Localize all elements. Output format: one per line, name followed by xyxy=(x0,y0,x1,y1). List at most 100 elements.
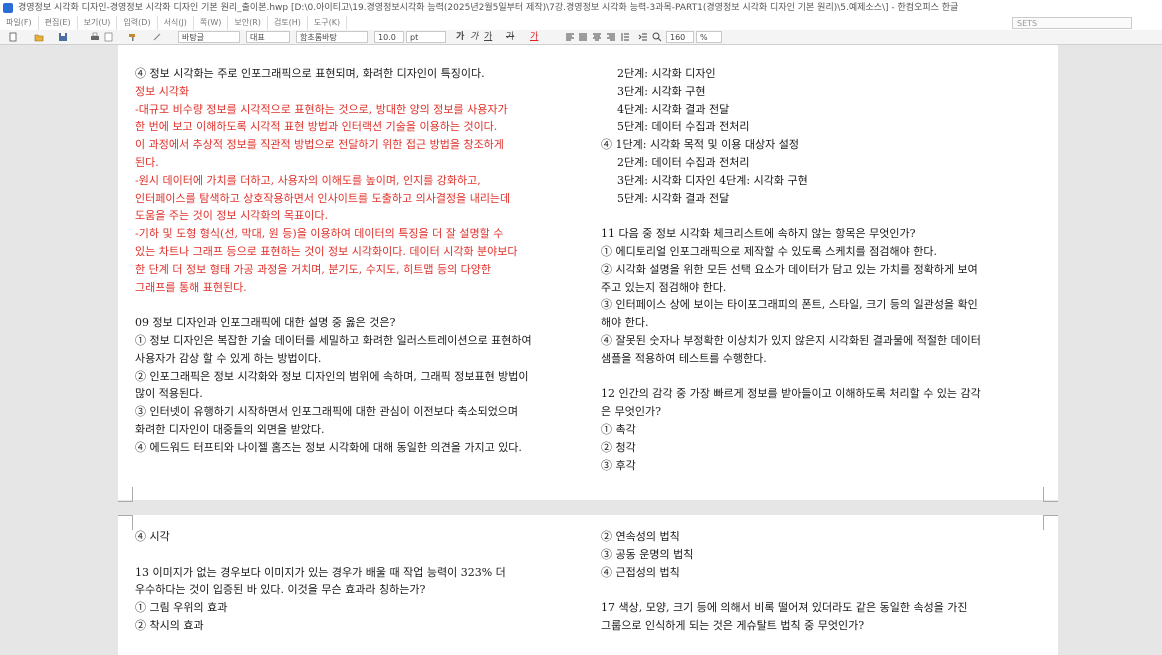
text-line: ④ 1단계: 시각화 목적 및 이용 대상자 설정 xyxy=(601,138,799,152)
text-line: 3단계: 시각화 구현 xyxy=(617,84,706,98)
align-justify-icon[interactable] xyxy=(578,32,588,42)
text-line: 이 과정에서 추상적 정보를 직관적 방법으로 전달하기 위한 접근 방법을 창… xyxy=(135,138,504,152)
font-family-select[interactable]: 함초롬바탕 xyxy=(296,31,368,43)
text-line: ② 착시의 효과 xyxy=(135,618,204,632)
text-line: 한 단계 더 정보 형태 가공 과정을 거치며, 분기도, 수지도, 히트맵 등… xyxy=(135,262,492,276)
text-line: 5단계: 데이터 수집과 전처리 xyxy=(617,120,750,134)
style-icon[interactable] xyxy=(152,32,162,42)
print-icon[interactable] xyxy=(90,32,100,42)
text-line: 주고 있는지 점검해야 한다. xyxy=(601,280,727,294)
crop-mark xyxy=(118,487,133,502)
bold-button[interactable]: 가 xyxy=(456,30,464,44)
text-line: 13 이미지가 없는 경우보다 이미지가 있는 경우가 배울 때 작업 능력이 … xyxy=(135,565,506,579)
zoom-input[interactable]: 160 xyxy=(666,31,694,43)
text-line: 2단계: 시각화 디자인 xyxy=(617,67,716,80)
text-line: -기하 및 도형 형식(선, 막대, 원 등)을 이용하여 데이터의 특징을 더… xyxy=(135,227,504,241)
text-line: 4단계: 시각화 결과 전달 xyxy=(617,102,730,116)
text-line: 도움을 주는 것이 정보 시각화의 목표이다. xyxy=(135,209,329,223)
paragraph-style-select[interactable]: 바탕글 xyxy=(178,31,240,43)
text-line: 5단계: 시각화 결과 전달 xyxy=(617,191,730,205)
menu-format[interactable]: 서식(J) xyxy=(158,16,194,30)
document-page: ④ 정보 시각화는 주로 인포그래픽으로 표현되며, 화려한 디자인이 특징이다… xyxy=(118,45,1058,502)
menu-tools[interactable]: 도구(K) xyxy=(308,16,348,30)
crop-mark xyxy=(1043,487,1058,502)
line-spacing-icon[interactable] xyxy=(620,32,630,42)
text-line: 된다. xyxy=(135,155,159,169)
format-painter-icon[interactable] xyxy=(128,32,138,42)
new-document-icon[interactable] xyxy=(8,32,18,42)
hwp-app-icon xyxy=(3,3,13,13)
menu-view[interactable]: 보기(U) xyxy=(78,16,118,30)
font-color-button[interactable]: 가 xyxy=(530,30,538,44)
text-line: ④ 잘못된 숫자나 부정확한 이상치가 있지 않은지 시각화된 결과물에 적절한… xyxy=(601,333,981,347)
page2-right-column: ② 연속성의 법칙 ③ 공동 운명의 법칙 ④ 근접성의 법칙 17 색상, 모양, … xyxy=(601,528,968,635)
text-line: 3단계: 시각화 디자인 4단계: 시각화 구현 xyxy=(617,173,808,187)
menu-bar: 파일(F) 편집(E) 보기(U) 입력(D) 서식(J) 쪽(W) 보안(R) 검토(H) 도… xyxy=(0,16,1162,30)
text-line: 2단계: 데이터 수집과 전처리 xyxy=(617,155,750,169)
text-line: 그룹으로 인식하게 되는 것은 게슈탈트 법칙 중 무엇인가? xyxy=(601,618,865,632)
text-line: ② 연속성의 법칙 xyxy=(601,530,680,543)
text-line: -대규모 비수량 정보를 시각적으로 표현하는 것으로, 방대한 양의 정보를 … xyxy=(135,102,508,116)
align-left-icon[interactable] xyxy=(565,32,575,42)
menu-security[interactable]: 보안(R) xyxy=(228,16,268,30)
text-line: ② 청각 xyxy=(601,440,636,454)
font-size-input[interactable]: 10.0 xyxy=(374,31,404,43)
page1-right-column: 2단계: 시각화 디자인 3단계: 시각화 구현 4단계: 시각화 결과 전달 5단계… xyxy=(601,65,981,474)
text-line: 정보 시각화 xyxy=(135,84,190,98)
italic-button[interactable]: 가 xyxy=(470,30,478,44)
text-line: 우수하다는 것이 입증된 바 있다. 이것을 무슨 효과라 칭하는가? xyxy=(135,583,426,597)
title-bar: 경영정보 시각화 디자인-경영정보 시각화 디자인 기본 원리_출이본.hwp … xyxy=(0,0,1162,16)
page1-left-column: ④ 정보 시각화는 주로 인포그래픽으로 표현되며, 화려한 디자인이 특징이다… xyxy=(135,65,532,457)
menu-insert[interactable]: 입력(D) xyxy=(117,16,158,30)
text-line: 12 인간의 감각 중 가장 빠르게 정보를 받아들이고 이해하도록 처리할 수… xyxy=(601,387,981,401)
zoom-unit-select[interactable]: % xyxy=(696,31,722,43)
text-line: 많이 적용된다. xyxy=(135,387,203,401)
crop-mark xyxy=(1043,515,1058,530)
text-line: ① 에디토리얼 인포그래픽으로 제작할 수 있도록 스케치를 점검해야 한다. xyxy=(601,244,937,258)
text-line: ② 시각화 설명을 위한 모든 선택 요소가 데이터가 담고 있는 가치를 정확… xyxy=(601,262,978,276)
strikethrough-button[interactable]: 가 xyxy=(506,30,514,44)
align-center-icon[interactable] xyxy=(592,32,602,42)
document-page: ④ 시각 13 이미지가 없는 경우보다 이미지가 있는 경우가 배울 때 작업 … xyxy=(118,515,1058,655)
crop-mark xyxy=(118,515,133,530)
menu-page[interactable]: 쪽(W) xyxy=(194,16,229,30)
menu-review[interactable]: 검토(H) xyxy=(268,16,308,30)
preview-icon[interactable] xyxy=(104,32,114,42)
text-line: -원시 데이터에 가치를 더하고, 사용자의 이해도를 높이며, 인지를 강화하… xyxy=(135,173,481,187)
text-line: 은 무엇인가? xyxy=(601,405,661,419)
text-line: 해야 한다. xyxy=(601,316,649,330)
text-line: 화려한 디자인이 대중들의 외면을 받았다. xyxy=(135,422,325,436)
text-line: 있는 차트나 그래프 등으로 표현하는 것이 정보 시각화이다. 데이터 시각화… xyxy=(135,244,518,258)
text-line: ③ 후각 xyxy=(601,458,636,472)
text-line: ④ 근접성의 법칙 xyxy=(601,565,680,579)
indent-icon[interactable] xyxy=(638,32,648,42)
text-line: ① 촉각 xyxy=(601,422,636,436)
text-line: ③ 인터페이스 상에 보이는 타이포그래피의 폰트, 스타일, 크기 등의 일관… xyxy=(601,298,978,312)
font-unit-select[interactable]: pt xyxy=(406,31,446,43)
search-input[interactable]: SETS xyxy=(1012,17,1132,29)
document-area[interactable]: ④ 정보 시각화는 주로 인포그래픽으로 표현되며, 화려한 디자인이 특징이다… xyxy=(0,45,1162,655)
text-line: 인터페이스를 탐색하고 상호작용하면서 인사이트를 도출하고 의사결정을 내리는… xyxy=(135,191,511,205)
align-right-icon[interactable] xyxy=(606,32,616,42)
save-icon[interactable] xyxy=(58,32,68,42)
text-line: ① 그림 우위의 효과 xyxy=(135,601,228,615)
menu-file[interactable]: 파일(F) xyxy=(0,16,39,30)
text-line: 17 색상, 모양, 크기 등에 의해서 비록 떨어져 있더라도 같은 동일한 … xyxy=(601,601,968,615)
text-line: ① 정보 디자인은 복잡한 기술 데이터를 세밀하고 화려한 일러스트레이션으로… xyxy=(135,333,532,347)
text-line: 그래프를 통해 표현된다. xyxy=(135,280,247,294)
underline-button[interactable]: 가 xyxy=(484,30,492,44)
zoom-icon[interactable] xyxy=(652,32,662,42)
language-select[interactable]: 대표 xyxy=(246,31,290,43)
menu-edit[interactable]: 편집(E) xyxy=(39,16,78,30)
text-line: ④ 에드워드 터프티와 나이젤 홈즈는 정보 시각화에 대해 동일한 의견을 가… xyxy=(135,440,522,454)
text-line: ④ 정보 시각화는 주로 인포그래픽으로 표현되며, 화려한 디자인이 특징이다… xyxy=(135,67,485,80)
window-title: 경영정보 시각화 디자인-경영정보 시각화 디자인 기본 원리_출이본.hwp … xyxy=(18,3,959,13)
text-line: ③ 인터넷이 유행하기 시작하면서 인포그래픽에 대한 관심이 이전보다 축소되… xyxy=(135,405,519,419)
text-line: ④ 시각 xyxy=(135,530,170,543)
open-folder-icon[interactable] xyxy=(34,32,44,42)
